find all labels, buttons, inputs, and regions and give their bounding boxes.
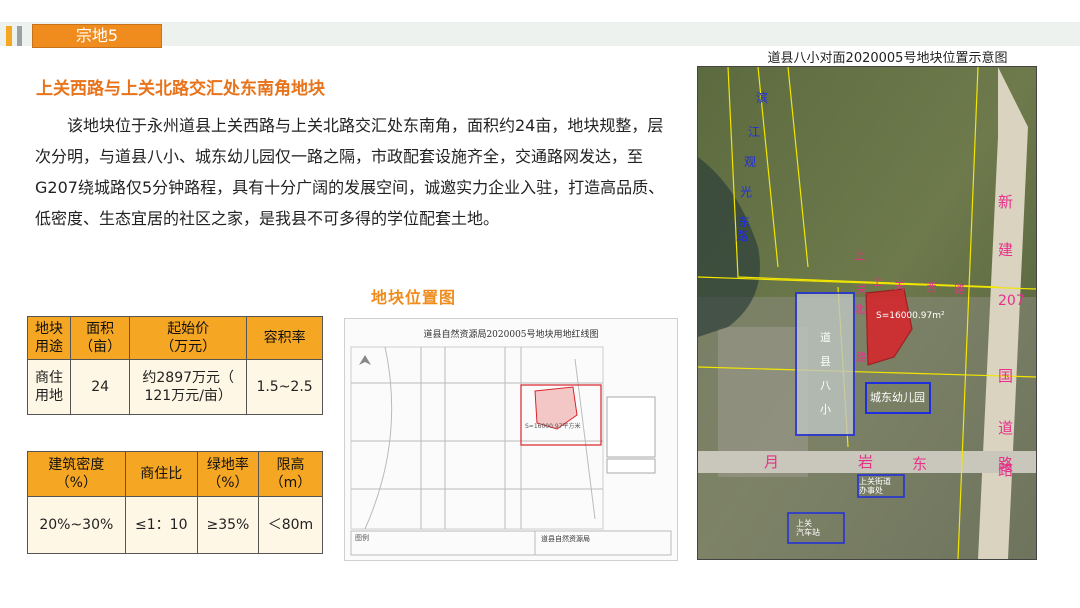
road-left-char: 滨 [756,91,769,105]
school-char: 道 [820,331,831,344]
road-right-char: 207 [998,293,1025,309]
table-header-cell: 商住比 [124,451,198,497]
road-bottom-char: 岩 [858,453,874,471]
table-header-row: 建筑密度 （%） 商住比 绿地率 （%） 限高 （m） [27,451,324,497]
office-label: 上关街道 办事处 [859,477,891,495]
parcel-area-label: S=16000.97m² [876,311,945,321]
road-top-char: 关 [856,283,867,296]
table-cell: 1.5~2.5 [246,359,323,415]
table-cell: ≤1：10 [124,496,198,554]
header-bar [0,22,1080,46]
red-line-plan-image: 道县自然资源局2020005号地块用地红线图 S=16000.97平方米 图例 … [344,318,678,561]
road-bottom-char: 月 [764,453,780,471]
planning-index-table: 建筑密度 （%） 商住比 绿地率 （%） 限高 （m） 20%~30% ≤1：1… [27,451,324,554]
road-bottom-char: 路 [998,461,1014,479]
table-header-cell: 面积 （亩） [69,316,131,360]
school-char: 小 [820,403,831,416]
parcel-info-table: 地块 用途 面积 （亩） 起始价 （万元） 容积率 商住 用地 24 约2897… [27,316,323,415]
station-label: 上关 汽车站 [796,519,820,537]
road-right-char: 新 [998,193,1014,211]
school-char: 八 [820,379,831,392]
table-header-cell: 容积率 [246,316,323,360]
road-mid-char: 关 [894,279,905,292]
table-header-cell: 绿地率 （%） [196,451,259,497]
table-header-cell: 限高 （m） [257,451,324,497]
table-row: 商住 用地 24 约2897万元（ 121万元/亩） 1.5~2.5 [27,359,323,415]
plan-bureau: 道县自然资源局 [541,535,590,543]
header-accent-orange [6,26,12,46]
table-cell: 24 [69,359,131,415]
school-char: 县 [820,355,831,368]
road-right-char: 国 [998,367,1014,385]
road-top-char: 路 [856,351,867,364]
road-mid-char: 上 [872,275,883,288]
kindergarten-label: 城东幼儿园 [870,391,925,404]
plan-legend-title: 图例 [355,534,369,542]
table-cell: 商住 用地 [27,359,71,415]
table-cell: 20%~30% [27,496,126,554]
satellite-map-image: S=16000.97m² 城东幼儿园 上关街道 办事处 上关 汽车站 道 县 八… [697,66,1037,560]
road-mid-char: 西 [926,281,937,294]
table-cell: 约2897万元（ 121万元/亩） [129,359,248,415]
road-top-char: 北 [854,303,865,316]
satellite-map-title: 道县八小对面2020005号地块位置示意图 [767,51,1008,66]
road-right-char: 道 [998,419,1014,437]
road-left-char: 路 [736,229,749,243]
parcel-subtitle: 上关西路与上关北路交汇处东南角地块 [36,79,325,99]
header-accent-gray [17,26,22,46]
table-cell: ＜80m [257,496,324,554]
table-header-row: 地块 用途 面积 （亩） 起始价 （万元） 容积率 [27,316,323,360]
road-mid-char: 路 [954,283,965,296]
parcel-description: 该地块位于永州道县上关西路与上关北路交汇处东南角，面积约24亩，地块规整，层次分… [35,116,665,228]
road-right-char: 建 [998,241,1014,259]
road-left-char: 江 [748,125,761,139]
table-row: 20%~30% ≤1：10 ≥35% ＜80m [27,496,324,554]
map-caption: 地块位置图 [371,288,457,307]
road-bottom-char: 东 [912,455,928,473]
parcel-tag: 宗地5 [32,24,162,48]
table-header-cell: 地块 用途 [27,316,71,360]
plan-drawing [350,346,672,556]
table-header-cell: 起始价 （万元） [129,316,248,360]
table-cell: ≥35% [196,496,259,554]
road-left-char: 观 [744,155,757,169]
plan-area-label: S=16000.97平方米 [525,423,581,430]
road-top-char: 上 [854,249,865,262]
road-left-char: 光 [740,185,753,199]
table-header-cell: 建筑密度 （%） [27,451,126,497]
